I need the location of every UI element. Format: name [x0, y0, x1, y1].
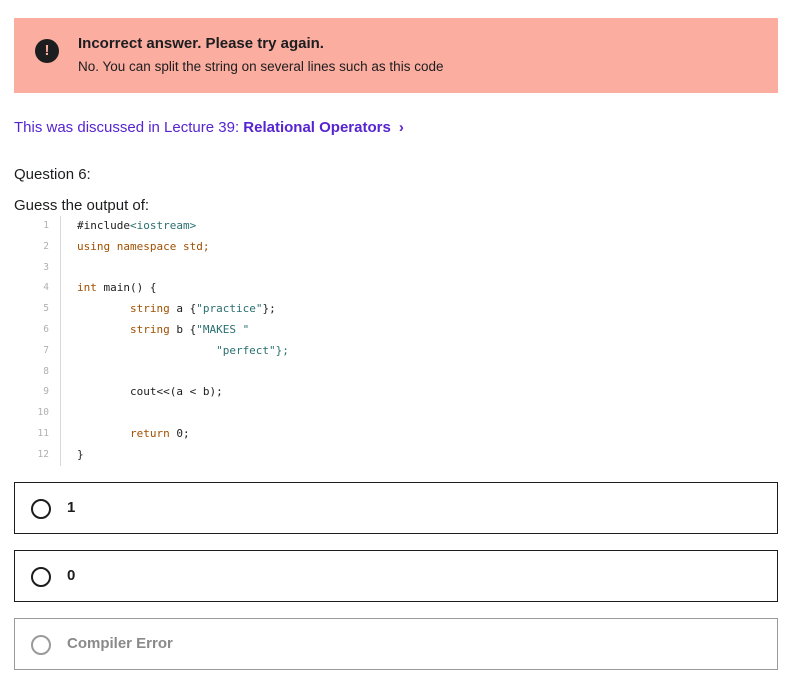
answer-option-compiler-error[interactable]: Compiler Error [14, 618, 778, 670]
lecture-name: Relational Operators [243, 119, 391, 136]
line-number: 7 [43, 344, 49, 356]
line-number: 1 [43, 220, 49, 231]
radio-button[interactable] [31, 567, 51, 587]
code-line: 2 using namespace std; [14, 236, 414, 258]
code-text: int main() { [77, 281, 157, 295]
line-number: 8 [43, 365, 49, 377]
radio-button[interactable] [31, 635, 51, 655]
code-line: 3 [14, 257, 414, 279]
line-number: 11 [37, 427, 49, 439]
code-text: string a {"practice"}; [129, 302, 276, 316]
code-line: 12 } [14, 444, 414, 466]
exclamation-icon: ! [35, 39, 59, 63]
code-text: } [77, 447, 84, 461]
code-block: 1 #include<iostream> 2 using namespace s… [14, 216, 414, 466]
line-number: 4 [43, 282, 49, 294]
lecture-link-prefix: This was discussed in Lecture 39: [14, 119, 244, 136]
code-line: 1 #include<iostream> [14, 216, 414, 237]
code-line: 6 string b {"MAKES " [14, 319, 414, 341]
question-number: Question 6: [14, 166, 91, 183]
radio-button[interactable] [31, 499, 51, 519]
line-number: 3 [43, 261, 49, 273]
line-number: 5 [43, 303, 49, 315]
code-line: 10 [14, 403, 414, 424]
option-label: Compiler Error [67, 635, 173, 652]
question-prompt: Guess the output of: [14, 197, 150, 214]
lecture-link[interactable]: This was discussed in Lecture 39: Relati… [14, 119, 404, 136]
code-line: 8 [14, 361, 414, 383]
line-number: 6 [43, 323, 49, 335]
code-text: cout<<(a < b); [77, 385, 223, 399]
answer-option-1[interactable]: 1 [14, 482, 778, 534]
code-text: "perfect"}; [77, 343, 289, 357]
alert-message: No. You can split the string on several … [78, 59, 444, 74]
code-text: string b {"MAKES " [129, 322, 250, 336]
alert-title: Incorrect answer. Please try again. [78, 35, 324, 52]
incorrect-answer-alert: ! Incorrect answer. Please try again. No… [14, 18, 778, 93]
code-text: using namespace std; [77, 239, 210, 253]
code-text: return 0; [129, 426, 190, 440]
code-line: 5 string a {"practice"}; [14, 299, 414, 320]
line-number: 9 [43, 386, 49, 398]
code-line: 9 cout<<(a < b); [14, 382, 414, 404]
code-line: 4 int main() { [14, 278, 414, 300]
code-line: 11 return 0; [14, 423, 414, 445]
line-number: 12 [37, 448, 49, 460]
option-label: 0 [67, 567, 76, 584]
line-number: 2 [43, 240, 49, 252]
line-number: 10 [37, 407, 49, 419]
code-line: 7 "perfect"}; [14, 340, 414, 362]
answer-option-0[interactable]: 0 [14, 550, 778, 602]
code-text: #include<iostream> [77, 219, 197, 232]
option-label: 1 [67, 499, 76, 516]
chevron-right-icon: › [398, 119, 404, 136]
